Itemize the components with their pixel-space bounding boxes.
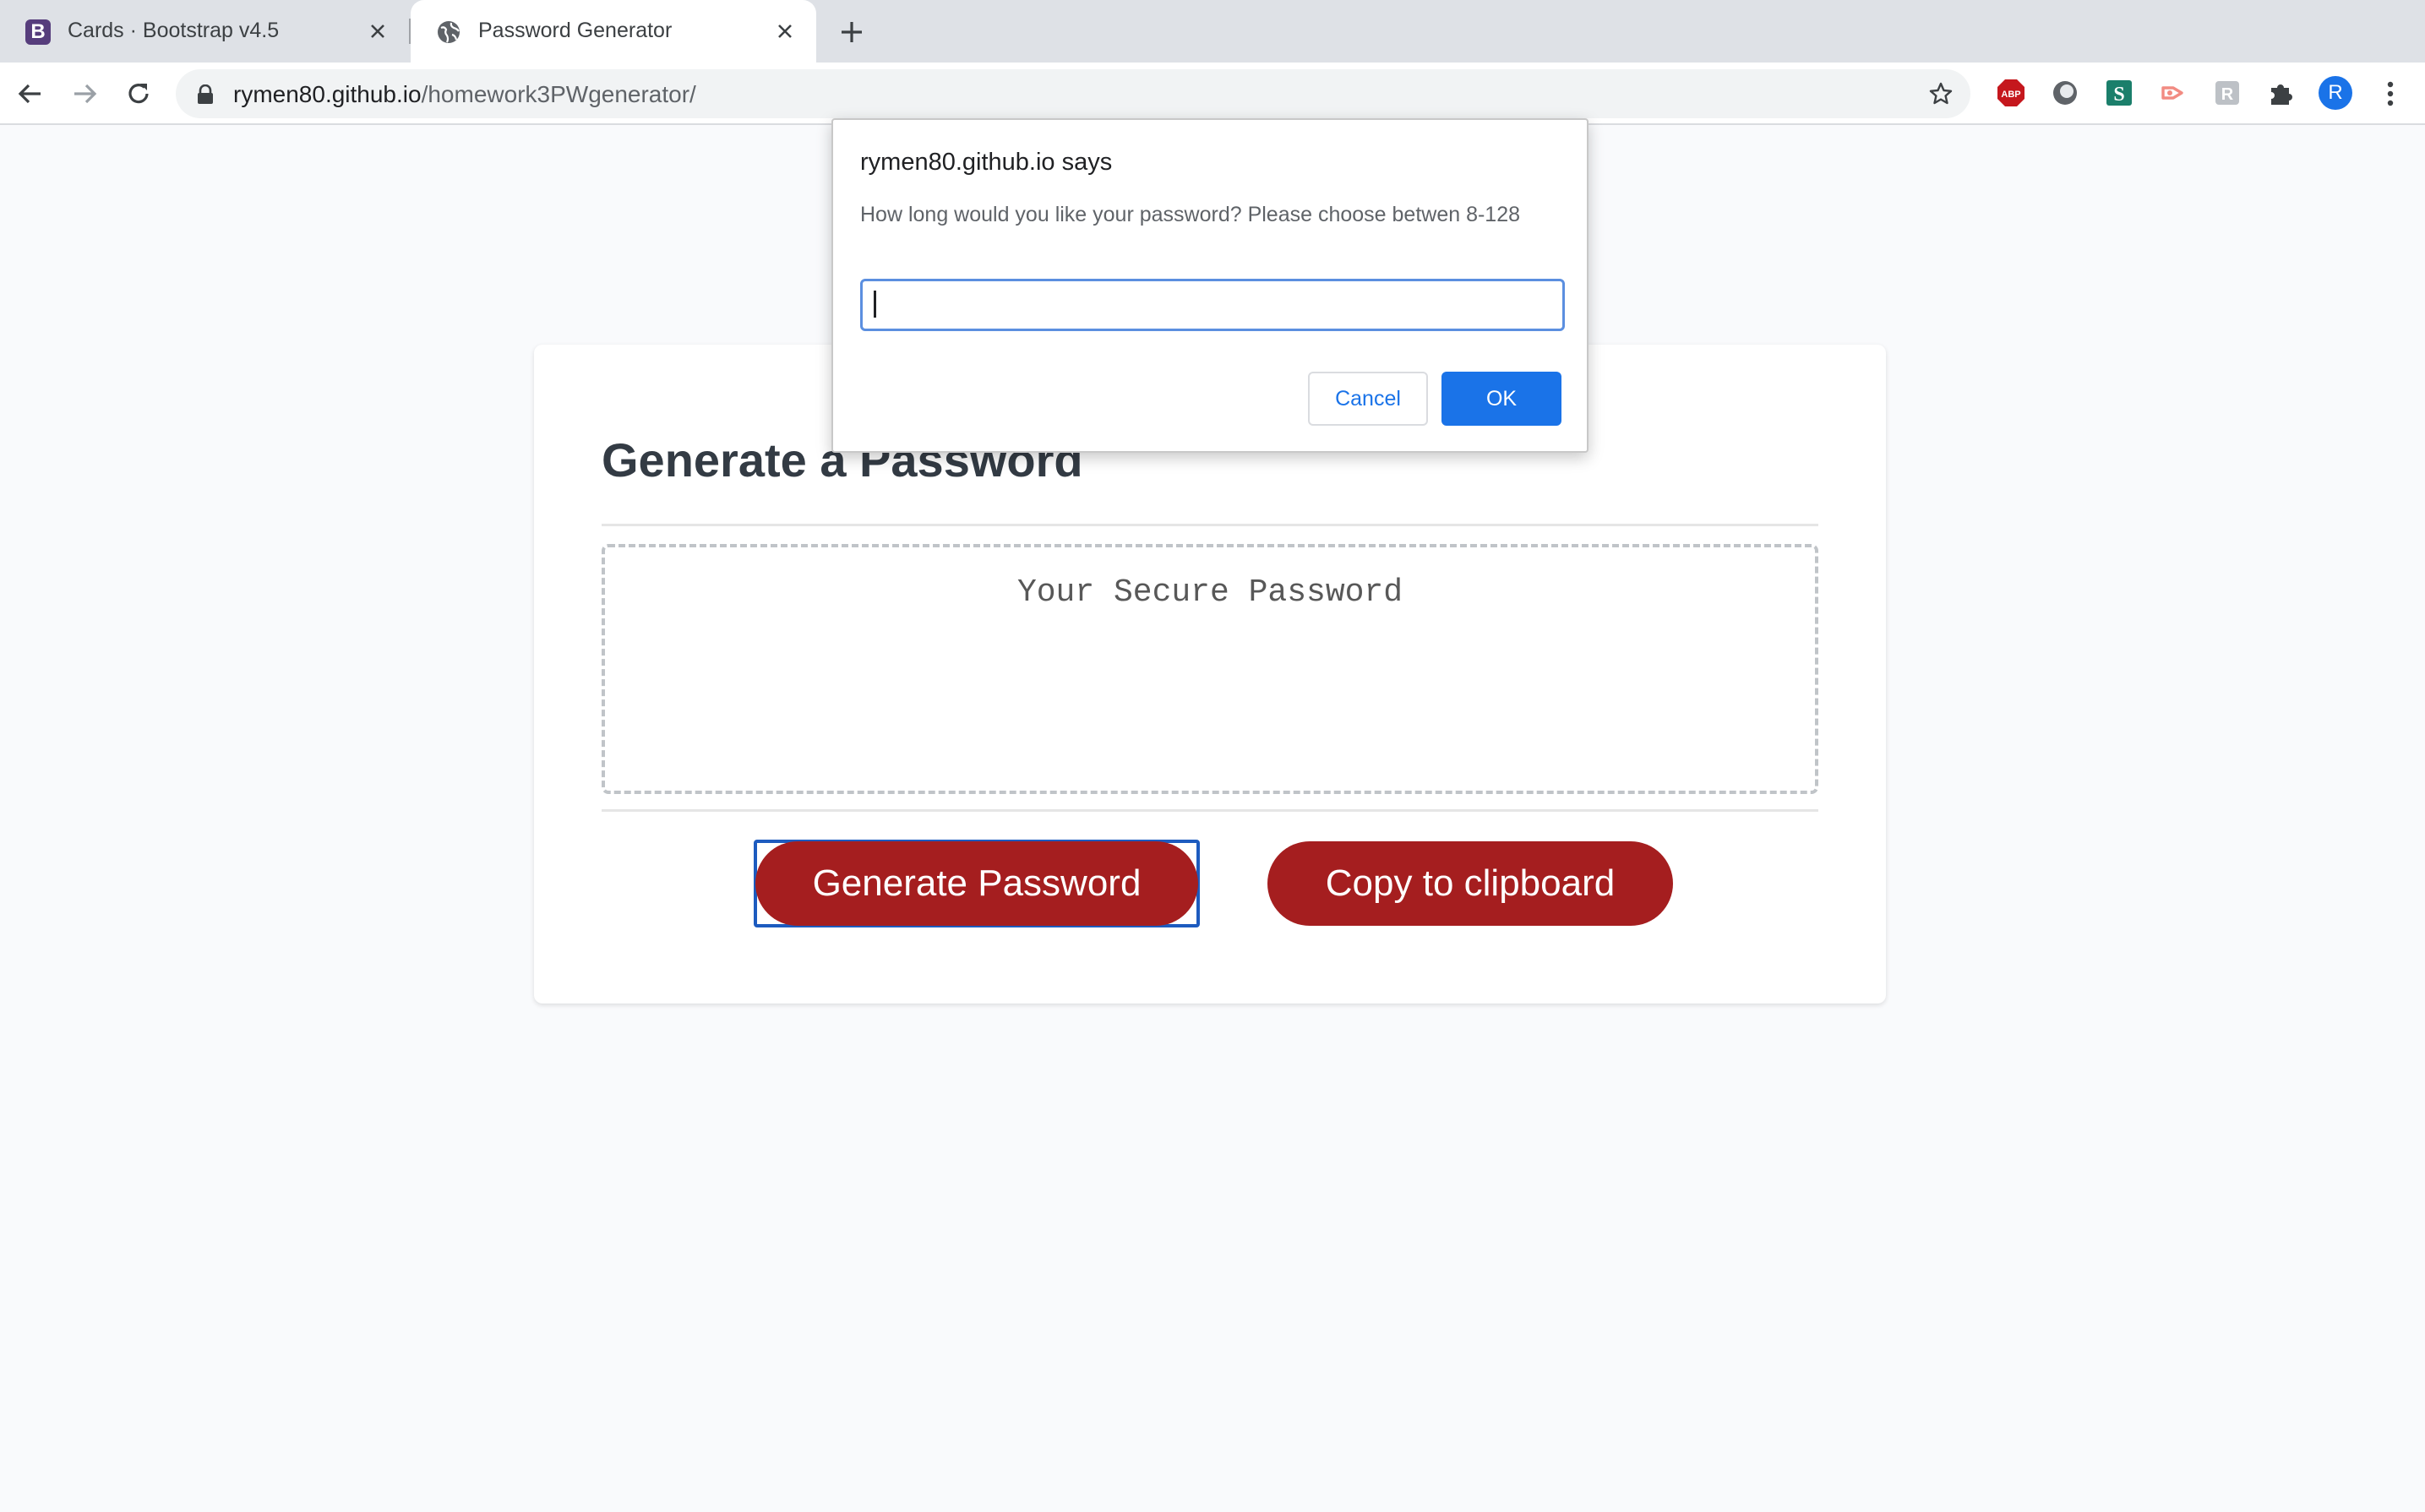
tab-bootstrap-cards[interactable]: B Cards · Bootstrap v4.5 <box>0 0 409 63</box>
share-extension-icon[interactable] <box>2158 78 2188 108</box>
tab-title: Cards · Bootstrap v4.5 <box>68 19 280 42</box>
password-length-input[interactable] <box>860 279 1565 331</box>
svg-text:ABP: ABP <box>2001 90 2020 100</box>
more-vert-icon[interactable] <box>2378 78 2403 110</box>
s-extension-icon[interactable]: S <box>2104 78 2134 108</box>
cancel-button[interactable]: Cancel <box>1308 372 1428 426</box>
card-divider-bottom <box>602 809 1818 812</box>
tab-strip: B Cards · Bootstrap v4.5 Password Genera… <box>0 0 2425 63</box>
new-tab-icon[interactable] <box>836 17 867 47</box>
back-arrow-icon[interactable] <box>14 77 47 111</box>
globe-icon <box>438 21 460 43</box>
bookmark-star-icon[interactable] <box>1928 81 1954 106</box>
browser-toolbar: rymen80.github.io/homework3PWgenerator/ … <box>0 63 2425 125</box>
url-text: rymen80.github.io/homework3PWgenerator/ <box>233 81 696 108</box>
bootstrap-icon: B <box>25 19 51 45</box>
card-divider-top <box>602 524 1818 526</box>
tab-title: Password Generator <box>478 19 673 42</box>
close-icon[interactable] <box>772 19 798 44</box>
close-icon[interactable] <box>365 19 390 44</box>
url-host: rymen80.github.io <box>233 81 422 107</box>
address-bar[interactable]: rymen80.github.io/homework3PWgenerator/ <box>176 69 1970 118</box>
svg-text:S: S <box>2113 84 2124 106</box>
reload-icon[interactable] <box>122 77 155 111</box>
password-output[interactable] <box>602 544 1818 794</box>
dialog-title: rymen80.github.io says <box>860 149 1113 176</box>
adblock-icon[interactable]: ABP <box>1996 78 2026 108</box>
r-extension-icon[interactable]: R <box>2212 78 2242 108</box>
text-caret <box>874 291 876 318</box>
circle-extension-icon[interactable] <box>2050 78 2080 108</box>
generate-password-button[interactable]: Generate Password <box>755 841 1198 926</box>
forward-arrow-icon[interactable] <box>68 77 101 111</box>
svg-text:R: R <box>2221 85 2234 104</box>
copy-to-clipboard-button[interactable]: Copy to clipboard <box>1267 841 1673 926</box>
profile-avatar[interactable]: R <box>2319 76 2352 110</box>
url-path: /homework3PWgenerator/ <box>421 81 696 107</box>
lock-icon[interactable] <box>196 84 215 105</box>
dialog-message: How long would you like your password? P… <box>860 203 1521 226</box>
ok-button[interactable]: OK <box>1441 372 1561 426</box>
prompt-dialog: rymen80.github.io says How long would yo… <box>831 118 1589 453</box>
tab-password-generator[interactable]: Password Generator <box>411 0 816 63</box>
puzzle-icon[interactable] <box>2266 78 2297 108</box>
